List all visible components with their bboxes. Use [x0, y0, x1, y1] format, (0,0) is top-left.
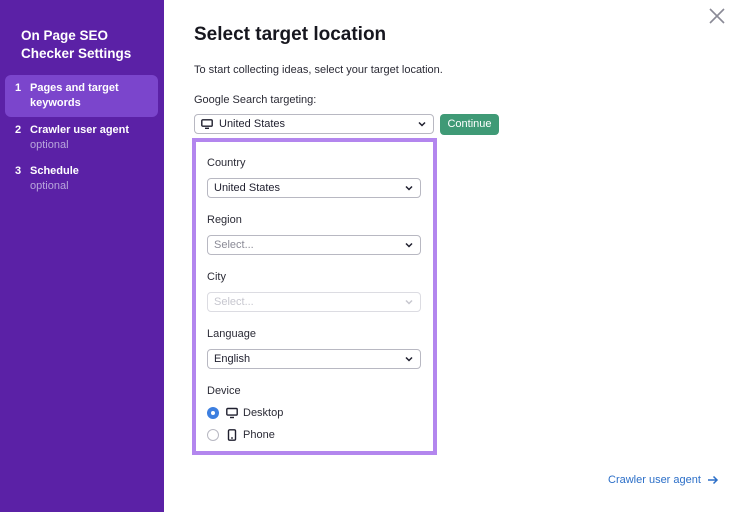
next-step-label: Crawler user agent	[608, 474, 701, 486]
step-number: 1	[15, 82, 22, 94]
targeting-label: Google Search targeting:	[194, 94, 317, 106]
chevron-down-icon	[405, 356, 413, 362]
device-label: Device	[207, 385, 241, 397]
desktop-radio[interactable]	[207, 407, 219, 419]
language-label: Language	[207, 328, 256, 340]
region-label: Region	[207, 214, 242, 226]
step-optional-label: optional	[30, 180, 69, 192]
continue-button[interactable]: Continue	[440, 114, 499, 135]
city-select[interactable]: Select...	[207, 292, 421, 312]
step-number: 3	[15, 165, 22, 177]
desktop-icon	[226, 407, 238, 419]
region-placeholder: Select...	[214, 239, 254, 251]
step-pages-and-keywords[interactable]: 1 Pages and target keywords	[5, 75, 158, 117]
step-schedule[interactable]: 3 Schedule optional	[5, 158, 158, 200]
targeting-select[interactable]: United States	[194, 114, 434, 134]
step-label: Crawler user agent	[30, 124, 130, 136]
country-select[interactable]: United States	[207, 178, 421, 198]
chevron-down-icon	[418, 121, 426, 127]
arrow-right-icon	[707, 475, 718, 485]
main-content: Select target location To start collecti…	[164, 0, 750, 512]
step-optional-label: optional	[30, 139, 69, 151]
location-panel: Country United States Region Select... C…	[192, 138, 437, 455]
step-label: Pages and target keywords	[30, 82, 119, 109]
device-option-desktop[interactable]: Desktop	[207, 407, 283, 419]
city-placeholder: Select...	[214, 296, 254, 308]
chevron-down-icon	[405, 299, 413, 305]
chevron-down-icon	[405, 185, 413, 191]
city-label: City	[207, 271, 226, 283]
step-number: 2	[15, 124, 22, 136]
chevron-down-icon	[405, 242, 413, 248]
phone-icon	[227, 429, 237, 441]
phone-label: Phone	[243, 429, 275, 441]
targeting-value: United States	[219, 118, 286, 130]
desktop-label: Desktop	[243, 407, 284, 419]
language-value: English	[214, 353, 251, 365]
sidebar: On Page SEO Checker Settings 1 Pages and…	[0, 0, 164, 512]
step-crawler-user-agent[interactable]: 2 Crawler user agent optional	[5, 117, 158, 159]
region-select[interactable]: Select...	[207, 235, 421, 255]
country-value: United States	[214, 182, 281, 194]
desktop-icon	[201, 119, 213, 129]
sidebar-title: On Page SEO Checker Settings	[21, 28, 132, 61]
page-subtitle: To start collecting ideas, select your t…	[194, 64, 443, 76]
close-icon[interactable]	[707, 6, 727, 26]
device-option-phone[interactable]: Phone	[207, 429, 275, 441]
language-select[interactable]: English	[207, 349, 421, 369]
step-label: Schedule	[30, 165, 79, 177]
next-step-link[interactable]: Crawler user agent	[608, 474, 719, 486]
page-title: Select target location	[194, 24, 387, 45]
country-label: Country	[207, 157, 246, 169]
phone-radio[interactable]	[207, 429, 219, 441]
